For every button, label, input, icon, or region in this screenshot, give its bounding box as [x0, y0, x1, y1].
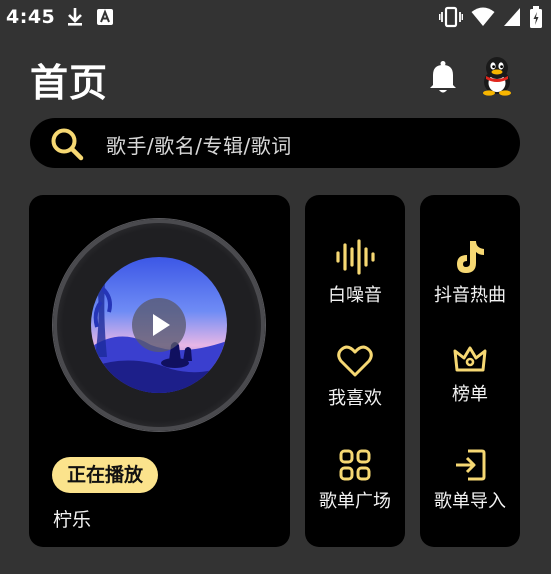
- status-bar: 4:45: [0, 0, 551, 36]
- a-icon: [97, 9, 113, 25]
- battery-icon: [530, 6, 542, 28]
- heart-icon: [337, 345, 373, 377]
- shortcut-favorites[interactable]: 我喜欢: [305, 344, 405, 410]
- search-input[interactable]: 歌手/歌名/专辑/歌词: [106, 130, 292, 159]
- import-icon: [456, 449, 486, 481]
- signal-icon: [504, 8, 520, 26]
- avatar[interactable]: [480, 56, 514, 96]
- shortcut-column-2: 抖音热曲 榜单 歌单导入: [420, 195, 520, 547]
- play-button[interactable]: [132, 298, 186, 352]
- status-time: 4:45: [6, 6, 56, 28]
- vibrate-icon: [439, 6, 463, 28]
- shortcut-label: 歌单广场: [319, 491, 391, 512]
- search-bar[interactable]: 歌手/歌名/专辑/歌词: [30, 118, 520, 168]
- tiktok-icon: [457, 241, 484, 273]
- shortcut-column-1: 白噪音 我喜欢 歌单广场: [305, 195, 405, 547]
- download-icon: [68, 8, 82, 26]
- shortcut-playlist-square[interactable]: 歌单广场: [305, 449, 405, 513]
- bell-icon[interactable]: [428, 60, 458, 94]
- shortcut-label: 白噪音: [328, 285, 382, 306]
- shortcut-charts[interactable]: 榜单: [420, 344, 520, 406]
- play-icon: [153, 314, 170, 336]
- wifi-icon: [471, 7, 495, 26]
- vinyl-disc: [53, 219, 265, 431]
- shortcut-label: 抖音热曲: [434, 285, 506, 306]
- shortcut-label: 榜单: [452, 384, 488, 405]
- grid-icon: [339, 449, 371, 481]
- track-title: 柠乐: [53, 509, 92, 531]
- now-playing-card[interactable]: 正在播放 柠乐: [29, 195, 290, 547]
- crown-icon: [453, 346, 487, 372]
- waveform-icon: [336, 239, 375, 275]
- shortcut-label: 歌单导入: [434, 491, 506, 512]
- shortcut-playlist-import[interactable]: 歌单导入: [420, 449, 520, 513]
- shortcut-douyin-hits[interactable]: 抖音热曲: [420, 239, 520, 307]
- shortcut-label: 我喜欢: [328, 388, 382, 409]
- search-icon: [51, 128, 84, 161]
- page-title: 首页: [30, 61, 109, 105]
- now-playing-badge: 正在播放: [52, 457, 159, 493]
- shortcut-white-noise[interactable]: 白噪音: [305, 239, 405, 307]
